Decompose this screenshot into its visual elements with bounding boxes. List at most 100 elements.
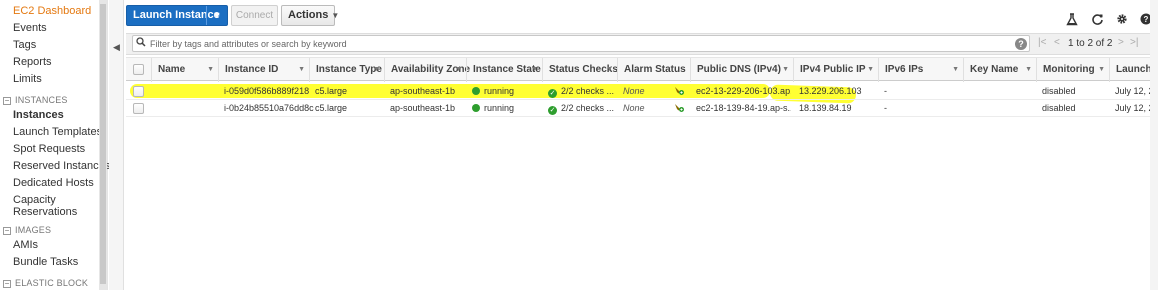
connect-button[interactable]: Connect bbox=[231, 5, 278, 26]
column-header-instance-id[interactable]: Instance ID ▼ bbox=[218, 58, 309, 82]
sidebar-collapse-toggle[interactable]: ◀ bbox=[109, 0, 124, 290]
instance-type-cell: c5.large bbox=[315, 103, 348, 113]
main-scrollbar[interactable] bbox=[1150, 0, 1158, 290]
table-row[interactable]: i-059d0f586b889f218 c5.large ap-southeas… bbox=[126, 83, 1158, 100]
filter-search-input[interactable] bbox=[150, 36, 1010, 51]
scrollbar-thumb[interactable] bbox=[100, 4, 106, 284]
column-header-ipv6-ips[interactable]: IPv6 IPs ▼ bbox=[878, 58, 963, 82]
column-header-alarm-status[interactable]: Alarm Status bbox=[617, 58, 690, 82]
running-status-icon bbox=[472, 87, 480, 95]
sidebar-section-instances[interactable]: − INSTANCES bbox=[3, 95, 68, 105]
sort-icon: ▼ bbox=[782, 66, 789, 73]
alarm-icon[interactable] bbox=[674, 85, 685, 99]
column-header-availability-zone[interactable]: Availability Zone ▼ bbox=[384, 58, 470, 82]
column-header-label: Alarm Status bbox=[624, 64, 686, 75]
sort-icon: ▼ bbox=[952, 66, 959, 73]
sidebar-item-amis[interactable]: AMIs bbox=[13, 239, 38, 251]
column-header-ipv4-public-ip[interactable]: IPv4 Public IP ▼ bbox=[793, 58, 878, 82]
running-status-icon bbox=[472, 104, 480, 112]
alarm-status-cell: None bbox=[623, 103, 645, 113]
instance-state-text: running bbox=[484, 86, 515, 96]
first-page-icon[interactable]: |< bbox=[1038, 37, 1046, 48]
refresh-icon[interactable] bbox=[1090, 13, 1104, 27]
actions-button[interactable]: Actions ▼ bbox=[281, 5, 339, 26]
column-header-label: IPv6 IPs bbox=[885, 64, 924, 75]
column-header-name[interactable]: Name ▼ bbox=[151, 58, 218, 82]
sidebar-item-capacity-reservations[interactable]: Capacity Reservations bbox=[13, 194, 77, 218]
sidebar: EC2 Dashboard Events Tags Reports Limits… bbox=[0, 0, 110, 290]
column-header-label: Public DNS (IPv4) bbox=[697, 64, 781, 75]
sidebar-item-bundle-tasks[interactable]: Bundle Tasks bbox=[13, 256, 78, 268]
sort-icon: ▼ bbox=[1098, 66, 1105, 73]
next-page-icon[interactable]: > bbox=[1118, 37, 1124, 48]
filter-search-box[interactable] bbox=[132, 35, 1030, 52]
column-header-status-checks[interactable]: Status Checks ▼ bbox=[542, 58, 618, 82]
chevron-down-icon: ▼ bbox=[331, 11, 340, 20]
instance-id-cell: i-0b24b85510a76dd8c bbox=[224, 103, 314, 113]
ipv4-public-ip-cell: 13.229.206.103 bbox=[799, 86, 862, 96]
prev-page-icon[interactable]: < bbox=[1054, 37, 1060, 48]
sort-icon: ▼ bbox=[455, 66, 462, 73]
column-header-public-dns[interactable]: Public DNS (IPv4) ▼ bbox=[690, 58, 793, 82]
sidebar-item-dedicated-hosts[interactable]: Dedicated Hosts bbox=[13, 177, 94, 189]
table-row[interactable]: i-0b24b85510a76dd8c c5.large ap-southeas… bbox=[126, 100, 1158, 117]
pagination-text: 1 to 2 of 2 bbox=[1068, 38, 1113, 49]
sidebar-item-spot-requests[interactable]: Spot Requests bbox=[13, 143, 85, 155]
column-header-key-name[interactable]: Key Name ▼ bbox=[963, 58, 1036, 82]
sidebar-item-reports[interactable]: Reports bbox=[13, 56, 52, 68]
instance-state-text: running bbox=[484, 103, 515, 113]
column-header-label: Instance Type bbox=[316, 64, 382, 75]
sidebar-item-instances[interactable]: Instances bbox=[13, 109, 64, 121]
collapse-minus-icon[interactable]: − bbox=[3, 227, 11, 235]
instance-type-cell: c5.large bbox=[315, 86, 348, 96]
row-checkbox[interactable] bbox=[133, 86, 144, 97]
status-checks-text: 2/2 checks ... bbox=[561, 103, 615, 113]
alarm-status-cell: None bbox=[623, 86, 645, 96]
sidebar-section-elastic-block-store[interactable]: − ELASTIC BLOCK bbox=[3, 278, 88, 288]
gear-icon[interactable] bbox=[1115, 13, 1129, 27]
sidebar-section-label: INSTANCES bbox=[15, 95, 68, 105]
availability-zone-cell: ap-southeast-1b bbox=[390, 103, 456, 113]
column-header-instance-type[interactable]: Instance Type ▼ bbox=[309, 58, 384, 82]
sort-icon: ▼ bbox=[298, 66, 305, 73]
collapse-minus-icon[interactable]: − bbox=[3, 280, 11, 288]
flask-icon[interactable] bbox=[1065, 13, 1079, 27]
column-header-monitoring[interactable]: Monitoring ▼ bbox=[1036, 58, 1109, 82]
sidebar-section-label: IMAGES bbox=[15, 225, 52, 235]
row-checkbox[interactable] bbox=[133, 103, 144, 114]
alarm-icon[interactable] bbox=[674, 102, 685, 116]
ipv4-public-ip-cell: 18.139.84.19 bbox=[799, 103, 852, 113]
sort-icon: ▼ bbox=[207, 66, 214, 73]
chevron-left-icon: ◀ bbox=[113, 42, 120, 52]
sidebar-scrollbar[interactable] bbox=[99, 0, 107, 290]
sort-icon: ▼ bbox=[531, 66, 538, 73]
sidebar-item-events[interactable]: Events bbox=[13, 22, 47, 34]
collapse-minus-icon[interactable]: − bbox=[3, 97, 11, 105]
sort-icon: ▼ bbox=[373, 66, 380, 73]
launch-time-cell: July 12, 20 bbox=[1115, 86, 1150, 96]
sidebar-item-reserved-instances[interactable]: Reserved Instances bbox=[13, 160, 110, 172]
check-icon: ✓ bbox=[548, 106, 557, 115]
ipv6-ips-cell: - bbox=[884, 86, 887, 96]
chevron-down-icon: ▼ bbox=[212, 10, 222, 20]
column-header-instance-state[interactable]: Instance State ▼ bbox=[466, 58, 542, 82]
filter-help-icon[interactable]: ? bbox=[1015, 38, 1027, 50]
availability-zone-cell: ap-southeast-1b bbox=[390, 86, 456, 96]
launch-instance-button[interactable]: Launch Instance ▼ bbox=[126, 5, 228, 26]
column-header-label: Name bbox=[158, 64, 186, 75]
sidebar-item-ec2-dashboard[interactable]: EC2 Dashboard bbox=[13, 5, 91, 17]
select-all-checkbox[interactable] bbox=[133, 64, 144, 75]
search-icon bbox=[136, 37, 146, 50]
public-dns-cell: ec2-13-229-206-103.ap... bbox=[696, 86, 791, 96]
column-header-label: Monitoring bbox=[1043, 64, 1095, 75]
monitoring-cell: disabled bbox=[1042, 86, 1076, 96]
sort-icon: ▼ bbox=[1025, 66, 1032, 73]
sidebar-section-images[interactable]: − IMAGES bbox=[3, 225, 51, 235]
last-page-icon[interactable]: >| bbox=[1130, 37, 1138, 48]
sidebar-item-limits[interactable]: Limits bbox=[13, 73, 42, 85]
sidebar-item-tags[interactable]: Tags bbox=[13, 39, 36, 51]
column-header-label: IPv4 Public IP bbox=[800, 64, 866, 75]
public-dns-cell: ec2-18-139-84-19.ap-s... bbox=[696, 103, 791, 113]
launch-dropdown-toggle[interactable]: ▼ bbox=[206, 6, 227, 25]
sidebar-item-launch-templates[interactable]: Launch Templates bbox=[13, 126, 102, 138]
